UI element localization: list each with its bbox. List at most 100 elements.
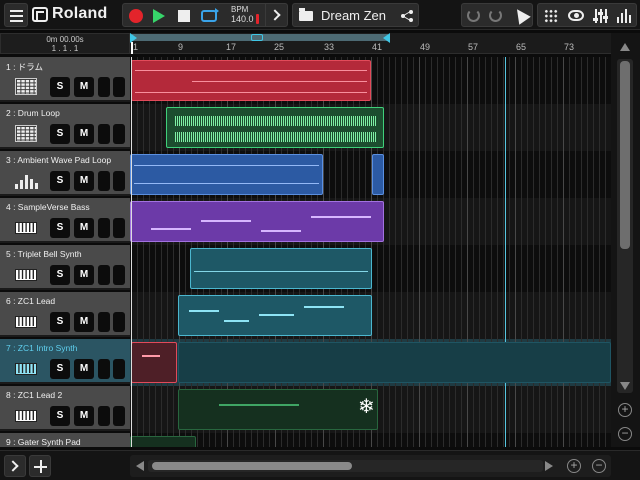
mute-button[interactable]: M (74, 406, 94, 426)
clip[interactable] (178, 389, 378, 430)
solo-button[interactable]: S (50, 77, 70, 97)
solo-button[interactable]: S (50, 124, 70, 144)
vertical-scroll-thumb[interactable] (620, 61, 630, 249)
track-slot[interactable] (98, 312, 110, 332)
mute-button[interactable]: M (74, 359, 94, 379)
mute-button[interactable]: M (74, 171, 94, 191)
solo-button[interactable]: S (50, 406, 70, 426)
clip[interactable] (131, 342, 177, 383)
loop-toggle[interactable] (201, 8, 219, 22)
eye-icon[interactable] (568, 10, 584, 21)
track-slot[interactable] (113, 77, 125, 97)
track-slot[interactable] (113, 171, 125, 191)
track-header[interactable]: 8 : ZC1 Lead 2 S M (0, 386, 130, 431)
track-header[interactable]: 5 : Triplet Bell Synth S M (0, 245, 130, 290)
clip[interactable] (130, 201, 384, 242)
clip-notes (135, 70, 367, 71)
track-slot[interactable] (113, 359, 125, 379)
mute-button[interactable]: M (74, 77, 94, 97)
mute-button[interactable]: M (74, 218, 94, 238)
track-header[interactable]: 4 : SampleVerse Bass S M (0, 198, 130, 243)
timeline-ruler[interactable]: 1 9 17 25 33 41 49 57 65 73 (130, 33, 611, 54)
audio-clip[interactable] (166, 107, 384, 148)
grid-view-icon[interactable] (544, 9, 558, 23)
record-button[interactable] (129, 9, 143, 23)
keyboard-icon[interactable] (15, 269, 37, 281)
stop-button[interactable] (178, 10, 190, 22)
drum-pad-icon[interactable] (15, 125, 37, 142)
position-locator[interactable]: 0m 00.00s 1 . 1 . 1 (0, 33, 130, 54)
track-header-selected[interactable]: 7 : ZC1 Intro Synth S M (0, 339, 130, 384)
solo-button[interactable]: S (50, 359, 70, 379)
track-header[interactable]: 6 : ZC1 Lead S M (0, 292, 130, 337)
expand-panel-button[interactable] (4, 455, 26, 477)
track-slot[interactable] (98, 77, 110, 97)
track-slot[interactable] (113, 124, 125, 144)
loop-end-marker[interactable] (383, 33, 390, 43)
track-slot[interactable] (98, 171, 110, 191)
pointer-tool-icon[interactable] (511, 5, 531, 25)
scroll-left-icon[interactable] (136, 461, 144, 471)
track-slot[interactable] (98, 124, 110, 144)
folder-icon[interactable] (299, 8, 313, 21)
keyboard-icon[interactable] (15, 222, 37, 234)
level-meter-icon[interactable] (617, 9, 631, 23)
clip-notes (194, 271, 368, 272)
track-header[interactable]: 2 : Drum Loop S M (0, 104, 130, 149)
clip[interactable] (178, 295, 372, 336)
zoom-out-horizontal-icon[interactable]: − (592, 459, 606, 473)
clip[interactable] (130, 436, 196, 447)
mixer-icon[interactable] (593, 9, 608, 23)
undo-icon[interactable] (467, 9, 480, 22)
horizontal-scrollbar[interactable]: + − (130, 455, 611, 477)
scroll-right-icon[interactable] (545, 461, 553, 471)
scroll-down-icon[interactable] (620, 382, 630, 390)
keyboard-icon[interactable] (15, 316, 37, 328)
track-slot[interactable] (98, 218, 110, 238)
keyboard-icon[interactable] (15, 363, 37, 375)
clip[interactable] (130, 154, 323, 195)
play-button[interactable] (153, 9, 165, 23)
track-header[interactable]: 9 : Gater Synth Pad (0, 433, 130, 447)
mute-button[interactable]: M (74, 312, 94, 332)
zoom-in-vertical-icon[interactable]: + (618, 403, 632, 417)
add-track-button[interactable] (29, 455, 51, 477)
menu-button[interactable] (4, 3, 28, 27)
clip[interactable] (190, 248, 372, 289)
arrangement-view[interactable]: ❄ (130, 57, 611, 447)
waveform-bars-icon[interactable] (15, 172, 38, 189)
solo-button[interactable]: S (50, 218, 70, 238)
solo-button[interactable]: S (50, 265, 70, 285)
clip[interactable] (178, 342, 611, 383)
clip[interactable] (372, 154, 384, 195)
track-slot[interactable] (98, 265, 110, 285)
mute-button[interactable]: M (74, 265, 94, 285)
song-selector[interactable]: Dream Zen (292, 3, 419, 27)
zoom-in-horizontal-icon[interactable]: + (567, 459, 581, 473)
transport-more-button[interactable] (265, 4, 287, 26)
track-slot[interactable] (113, 312, 125, 332)
track-header[interactable]: 3 : Ambient Wave Pad Loop S M (0, 151, 130, 196)
share-icon[interactable] (401, 10, 413, 22)
bpm-value[interactable]: 140.0 (231, 14, 254, 24)
metronome-icon[interactable] (256, 14, 259, 24)
solo-button[interactable]: S (50, 312, 70, 332)
keyboard-icon[interactable] (15, 410, 37, 422)
track-slot[interactable] (98, 359, 110, 379)
drum-pad-icon[interactable] (15, 78, 37, 95)
clip[interactable] (131, 60, 371, 101)
mute-button[interactable]: M (74, 124, 94, 144)
scroll-up-icon[interactable] (620, 43, 630, 51)
track-slot[interactable] (113, 218, 125, 238)
zoom-out-vertical-icon[interactable]: − (618, 427, 632, 441)
redo-icon[interactable] (489, 9, 502, 22)
horizontal-scroll-thumb[interactable] (152, 462, 352, 470)
solo-button[interactable]: S (50, 171, 70, 191)
track-slot[interactable] (98, 406, 110, 426)
playhead[interactable] (131, 57, 132, 447)
vertical-scrollbar[interactable]: + − (611, 33, 640, 447)
freeze-icon[interactable]: ❄ (358, 397, 375, 417)
track-slot[interactable] (113, 406, 125, 426)
track-slot[interactable] (113, 265, 125, 285)
track-header[interactable]: 1 : ドラム S M (0, 57, 130, 102)
